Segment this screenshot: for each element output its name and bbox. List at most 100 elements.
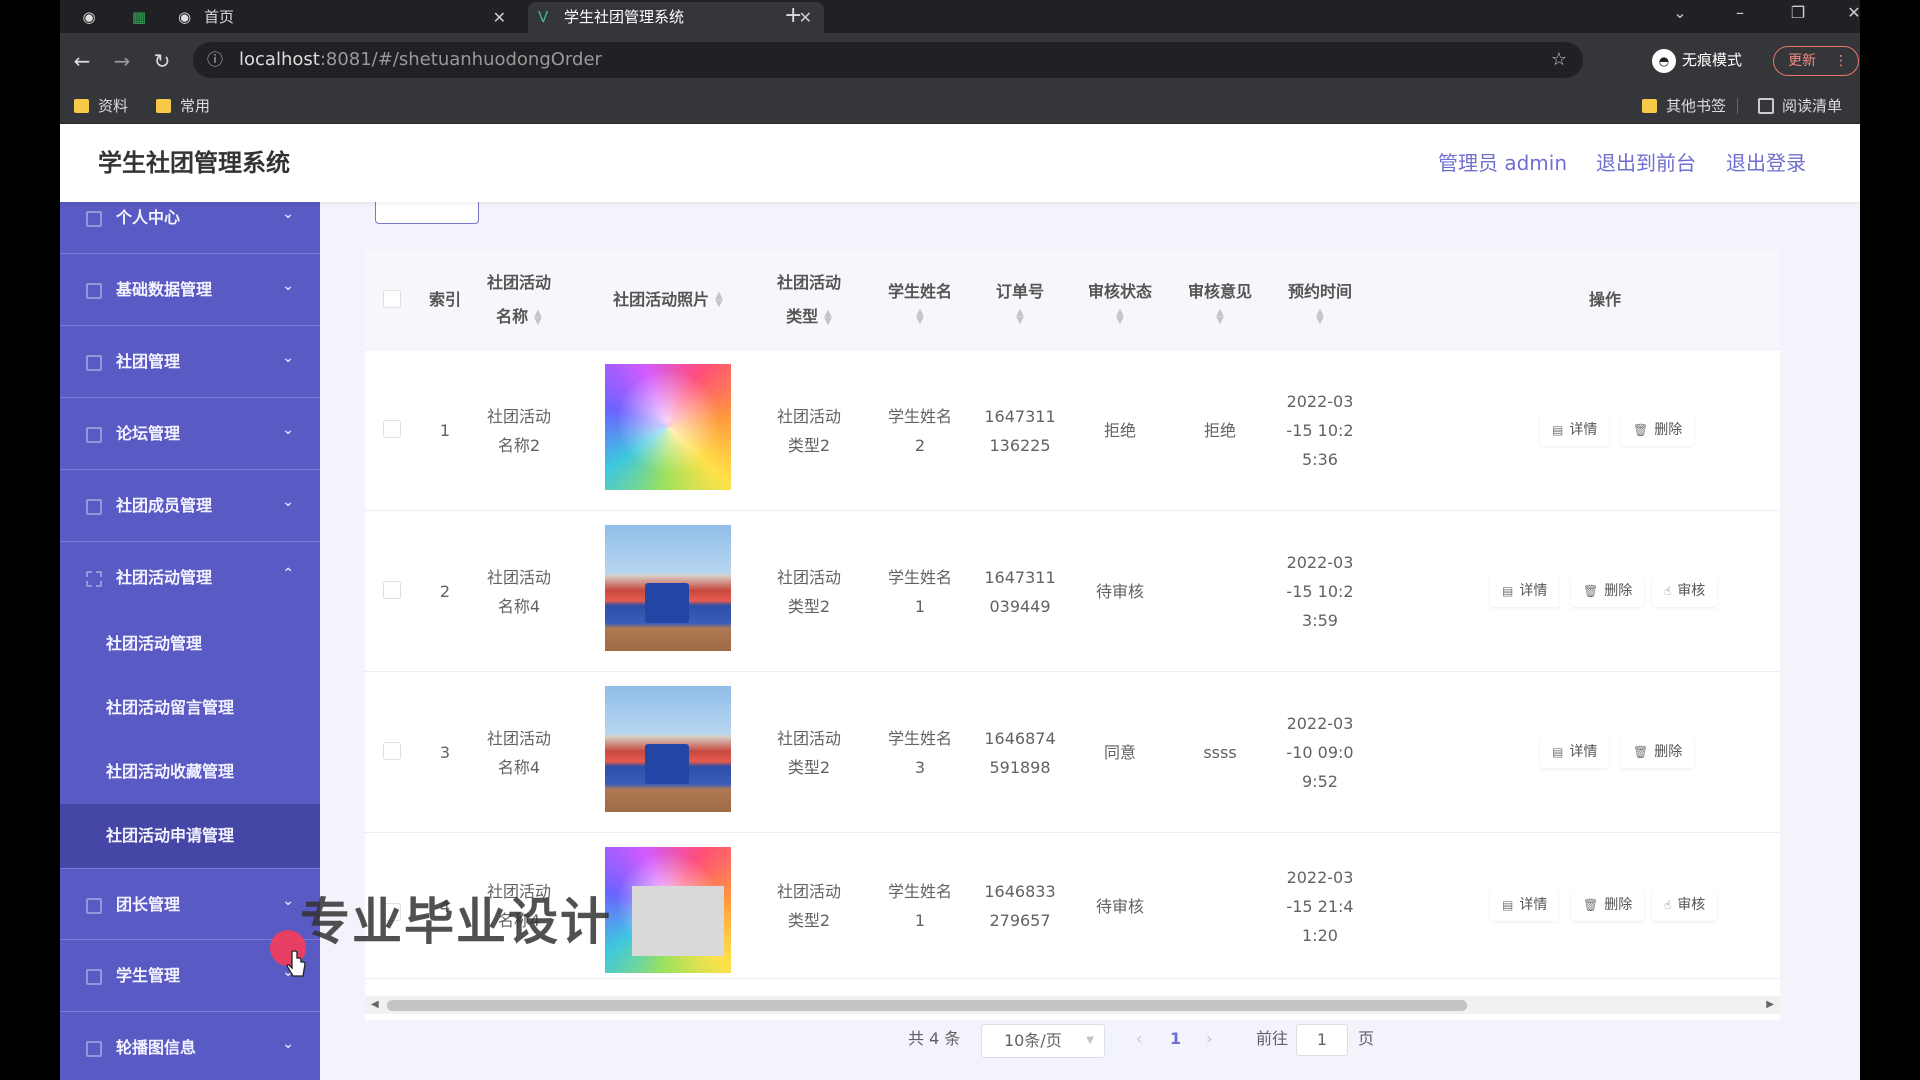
th-order-no[interactable]: 订单号 ▲ ▼	[979, 250, 1061, 350]
cell-booking-time-text: 2022-03	[1286, 867, 1354, 887]
bookmark-star-icon[interactable]: ☆	[1551, 42, 1567, 78]
incognito-indicator[interactable]: ◓ 无痕模式	[1652, 47, 1742, 73]
row-checkbox[interactable]	[383, 420, 401, 438]
horizontal-scroll-thumb[interactable]	[387, 1000, 1467, 1011]
cell-activity-name-text: 社团活动	[486, 406, 551, 426]
sort-icon[interactable]: ▲ ▼	[1016, 308, 1024, 326]
delete-button[interactable]: 🗑 删除	[1621, 736, 1695, 768]
prev-page-icon[interactable]: ‹	[1136, 1017, 1142, 1061]
detail-button[interactable]: ▤ 详情	[1490, 575, 1560, 607]
detail-button[interactable]: ▤ 详情	[1540, 414, 1610, 446]
delete-button[interactable]: 🗑 删除	[1621, 414, 1695, 446]
detail-button[interactable]: ▤ 详情	[1540, 736, 1610, 768]
th-booking-time[interactable]: 预约时间 ▲ ▼	[1279, 250, 1361, 350]
th-student-name[interactable]: 学生姓名 ▲ ▼	[879, 250, 961, 350]
app-title: 学生社团管理系统	[98, 149, 290, 177]
bookmark-label: 资料	[98, 97, 129, 115]
new-tab-button[interactable]: +	[784, 2, 802, 30]
sidebar-item-leaders[interactable]: 团长管理 ⌄	[60, 868, 320, 940]
page-number-current[interactable]: 1	[1170, 1017, 1181, 1061]
sort-icon[interactable]: ▲ ▼	[1116, 308, 1124, 326]
exit-to-front-link[interactable]: 退出到前台	[1596, 124, 1696, 202]
sort-icon[interactable]: ▲ ▼	[715, 291, 723, 309]
forward-arrow-icon[interactable]: →	[108, 47, 136, 75]
sort-icon[interactable]: ▲ ▼	[824, 308, 832, 326]
th-review-status[interactable]: 审核状态 ▲ ▼	[1079, 250, 1161, 350]
minimize-icon[interactable]: –	[1720, 0, 1760, 28]
bookmark-folder[interactable]: 常用	[156, 88, 210, 124]
sidebar-item-members[interactable]: 社团成员管理 ⌄	[60, 470, 320, 542]
document-icon: ▤	[1552, 745, 1564, 759]
tab-search-chevron-icon[interactable]: ⌄	[1660, 0, 1700, 28]
cell-review-status: 拒绝	[1079, 350, 1161, 511]
horizontal-scrollbar[interactable]: ◀ ▶	[365, 996, 1780, 1014]
close-window-icon[interactable]: ✕	[1834, 0, 1860, 28]
sheet-app-icon[interactable]: ▦	[126, 5, 152, 29]
sidebar-item-basic-data[interactable]: 基础数据管理 ⌄	[60, 254, 320, 326]
activity-photo[interactable]	[605, 525, 731, 651]
table-row: 2 社团活动 名称4 社团活动 类型2 学生姓名 1 1647311 039449 待审核 2022…	[365, 511, 1780, 672]
tab-search-icon[interactable]: ◉	[76, 5, 102, 29]
update-button[interactable]: 更新 ⋮	[1773, 46, 1859, 76]
restore-icon[interactable]: ❐	[1778, 0, 1818, 28]
submenu-activity-favorites[interactable]: 社团活动收藏管理	[60, 740, 320, 804]
sidebar-item-activities[interactable]: 社团活动管理 ⌃	[60, 542, 320, 614]
next-page-icon[interactable]: ›	[1206, 1017, 1212, 1061]
list-icon	[86, 355, 102, 371]
sidebar-item-forum[interactable]: 论坛管理 ⌄	[60, 398, 320, 470]
tab-club-system-label: 学生社团管理系统	[564, 8, 685, 26]
reading-list[interactable]: 阅读清单	[1758, 88, 1842, 124]
tab-close-icon[interactable]: ✕	[493, 2, 506, 33]
delete-button-label: 删除	[1654, 744, 1683, 760]
bookmark-folder[interactable]: 资料	[74, 88, 128, 124]
other-bookmarks[interactable]: 其他书签	[1642, 88, 1726, 124]
logout-link[interactable]: 退出登录	[1726, 124, 1806, 202]
cell-review-opinion	[1179, 511, 1261, 672]
scroll-left-icon[interactable]: ◀	[371, 996, 379, 1014]
sidebar-item-carousel[interactable]: 轮播图信息 ⌄	[60, 1012, 320, 1080]
review-button[interactable]: ☝ 审核	[1652, 889, 1718, 921]
th-activity-type[interactable]: 社团活动 类型 ▲ ▼	[757, 250, 861, 350]
detail-button[interactable]: ▤ 详情	[1490, 889, 1560, 921]
sidebar-item-clubs[interactable]: 社团管理 ⌄	[60, 326, 320, 398]
back-arrow-icon[interactable]: ←	[68, 47, 96, 75]
reload-icon[interactable]: ↻	[148, 47, 176, 75]
page-size-select[interactable]: 10条/页 ▼	[981, 1024, 1105, 1058]
address-bar[interactable]: ⓘ localhost:8081/#/shetuanhuodongOrder ☆	[193, 42, 1583, 78]
sort-icon[interactable]: ▲ ▼	[916, 308, 924, 326]
tab-home[interactable]: ◉ 首页 ✕	[168, 2, 518, 33]
submenu-activity-manage[interactable]: 社团活动管理	[60, 612, 320, 676]
submenu-activity-applications[interactable]: 社团活动申请管理	[60, 804, 320, 868]
th-activity-name[interactable]: 社团活动 名称 ▲ ▼	[477, 250, 561, 350]
detail-button-label: 详情	[1569, 422, 1598, 438]
th-review-opinion[interactable]: 审核意见 ▲ ▼	[1179, 250, 1261, 350]
goto-page-input[interactable]: 1	[1296, 1024, 1348, 1056]
delete-button[interactable]: 🗑 删除	[1571, 889, 1645, 921]
sort-icon[interactable]: ▲ ▼	[1316, 308, 1324, 326]
scroll-right-icon[interactable]: ▶	[1766, 996, 1774, 1014]
sort-icon[interactable]: ▲ ▼	[534, 308, 542, 326]
cell-student-name: 学生姓名 1	[869, 833, 971, 979]
sidebar-item-label: 社团成员管理	[116, 496, 213, 515]
activity-photo[interactable]	[605, 364, 731, 490]
info-icon[interactable]: ⓘ	[207, 42, 223, 78]
cell-review-status-text: 待审核	[1095, 582, 1144, 601]
delete-button[interactable]: 🗑 删除	[1571, 575, 1645, 607]
cell-student-name: 学生姓名 1	[869, 511, 971, 672]
cell-order-no-text: 591898	[989, 757, 1051, 777]
chevron-up-icon: ⌃	[282, 566, 294, 582]
cell-order-no-text: 1646833	[984, 882, 1056, 901]
activity-photo[interactable]	[605, 686, 731, 812]
tab-club-system[interactable]: V 学生社团管理系统 ✕	[528, 2, 824, 33]
th-activity-name-line2: 名称	[496, 307, 529, 326]
select-all-checkbox[interactable]	[383, 290, 401, 308]
submenu-activity-comments[interactable]: 社团活动留言管理	[60, 676, 320, 740]
review-button[interactable]: ☝ 审核	[1652, 575, 1718, 607]
sort-icon[interactable]: ▲ ▼	[1216, 308, 1224, 326]
browser-toolbar: ← → ↻ ⓘ localhost:8081/#/shetuanhuodongO…	[60, 33, 1860, 88]
goto-prefix: 前往	[1256, 1029, 1289, 1048]
row-checkbox[interactable]	[383, 581, 401, 599]
row-checkbox[interactable]	[383, 742, 401, 760]
th-activity-photo[interactable]: 社团活动照片 ▲ ▼	[565, 250, 771, 350]
cell-booking-time-text: -15 21:4	[1286, 896, 1354, 916]
